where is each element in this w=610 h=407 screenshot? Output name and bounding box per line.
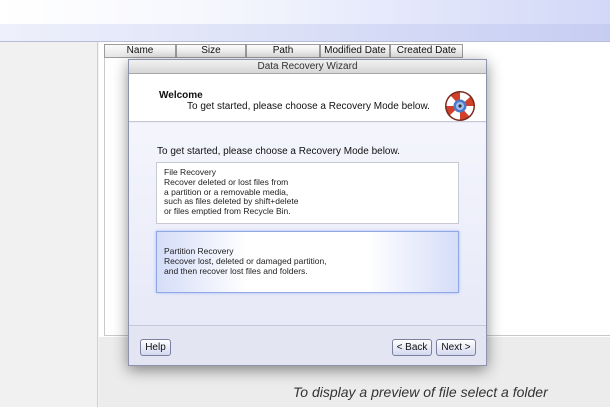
header-subtitle: To get started, please choose a Recovery… xyxy=(187,101,430,112)
column-header-size[interactable]: Size xyxy=(176,44,246,58)
next-button[interactable]: Next > xyxy=(436,339,476,356)
app-toolbar-stripe xyxy=(0,24,610,42)
column-header-created-date[interactable]: Created Date xyxy=(390,44,463,58)
column-header-path[interactable]: Path xyxy=(246,44,320,58)
back-button[interactable]: < Back xyxy=(392,339,432,356)
preview-hint-text: To display a preview of file select a fo… xyxy=(293,384,548,400)
recovery-mode-prompt: To get started, please choose a Recovery… xyxy=(157,146,400,157)
folder-tree-pane[interactable] xyxy=(0,42,98,407)
lifebuoy-icon xyxy=(445,91,475,121)
partition-recovery-desc-line: and then recover lost files and folders. xyxy=(164,265,308,276)
file-recovery-option[interactable]: File Recovery Recover deleted or lost fi… xyxy=(156,162,459,224)
help-button[interactable]: Help xyxy=(140,339,171,356)
column-header-name[interactable]: Name xyxy=(104,44,176,58)
column-header-modified-date[interactable]: Modified Date xyxy=(320,44,390,58)
dialog-title[interactable]: Data Recovery Wizard xyxy=(129,60,486,74)
dialog-footer: Help < Back Next > xyxy=(129,325,486,365)
dialog-header: Welcome To get started, please choose a … xyxy=(129,74,486,122)
header-title: Welcome xyxy=(159,90,203,101)
partition-recovery-option[interactable]: Partition Recovery Recover lost, deleted… xyxy=(156,231,459,293)
file-recovery-desc-line: or files emptied from Recycle Bin. xyxy=(164,206,291,217)
